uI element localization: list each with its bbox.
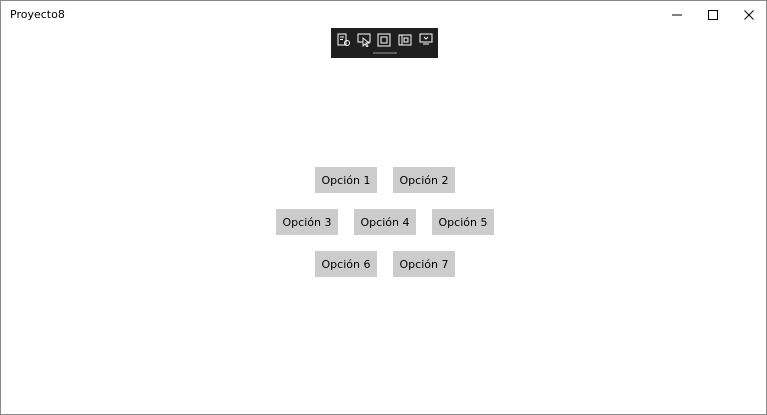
track-focused-element-icon: [398, 34, 412, 46]
option-1-button[interactable]: Opción 1: [315, 167, 377, 193]
option-7-button[interactable]: Opción 7: [393, 251, 455, 277]
option-6-button[interactable]: Opción 6: [315, 251, 377, 277]
live-visual-tree-icon: [337, 33, 350, 46]
option-3-button[interactable]: Opción 3: [276, 209, 338, 235]
close-icon: [744, 10, 754, 20]
maximize-icon: [708, 10, 718, 20]
toolbar-drag-handle[interactable]: [373, 52, 397, 54]
app-window: Proyecto8 Opción 1 Opción 2 Opción 3 Opc…: [0, 0, 767, 415]
close-button[interactable]: [731, 1, 766, 29]
window-title: Proyecto8: [10, 8, 65, 21]
minimize-icon: [672, 14, 682, 16]
debug-toolbar: [331, 28, 438, 58]
option-2-button[interactable]: Opción 2: [393, 167, 455, 193]
maximize-button[interactable]: [695, 1, 731, 29]
hot-reload-button[interactable]: [418, 32, 434, 48]
select-element-icon: [357, 33, 371, 47]
display-layout-adorners-icon: [377, 33, 391, 47]
title-bar[interactable]: Proyecto8: [1, 1, 766, 29]
hot-reload-icon: [419, 33, 433, 45]
display-layout-adorners-button[interactable]: [376, 32, 392, 48]
live-visual-tree-button[interactable]: [336, 32, 352, 48]
minimize-button[interactable]: [659, 1, 695, 29]
option-4-button[interactable]: Opción 4: [354, 209, 416, 235]
track-focused-element-button[interactable]: [397, 32, 413, 48]
option-5-button[interactable]: Opción 5: [432, 209, 494, 235]
select-element-button[interactable]: [356, 32, 372, 48]
